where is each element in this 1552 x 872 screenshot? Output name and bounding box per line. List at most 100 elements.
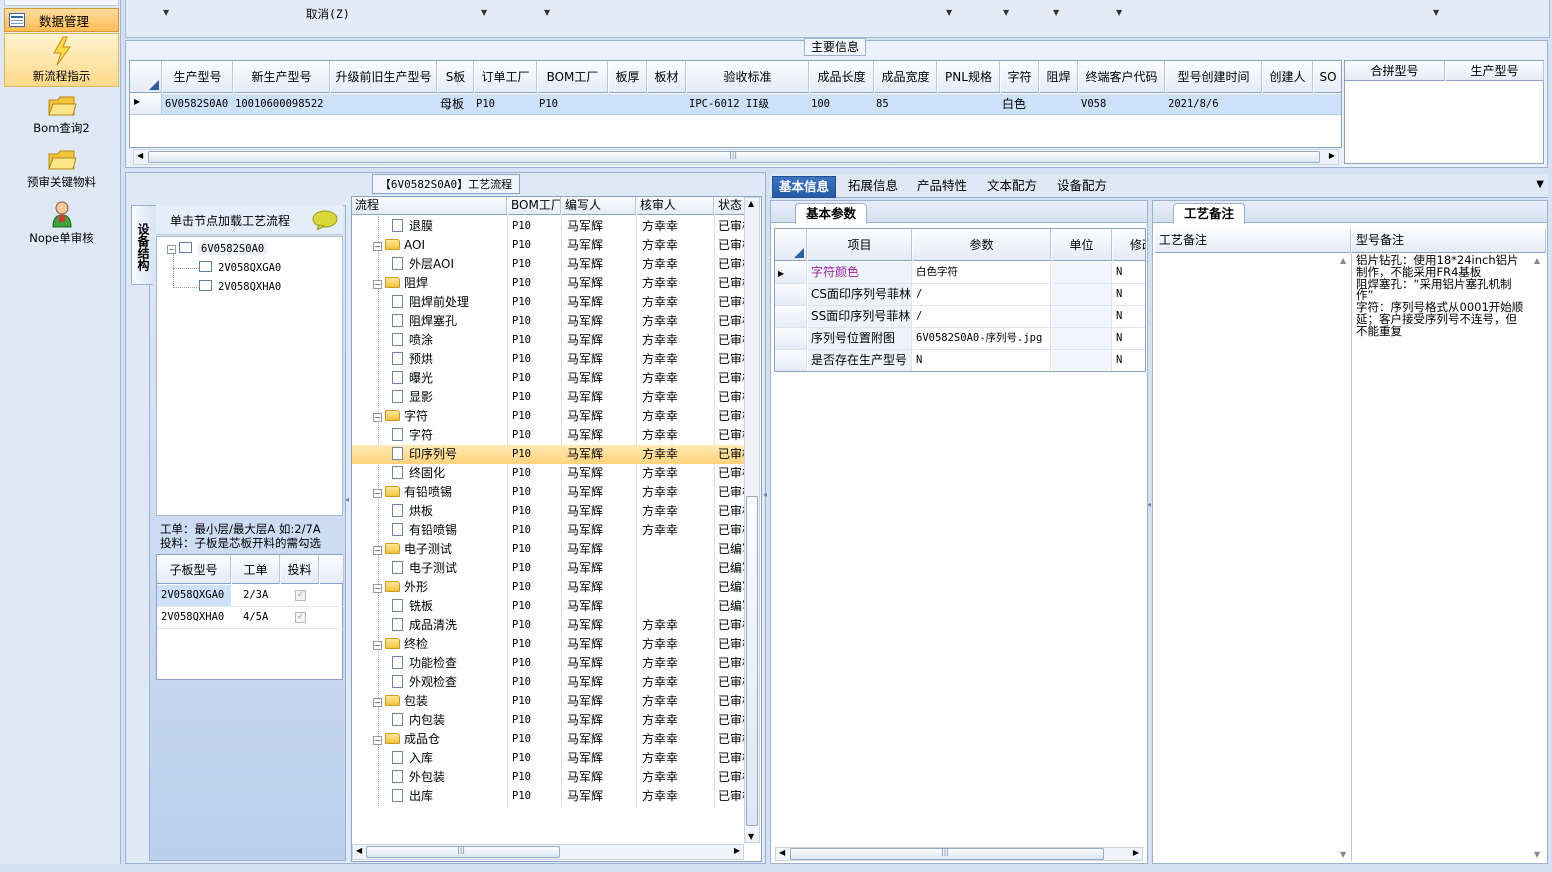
grid-corner[interactable] <box>775 229 807 261</box>
cell-status[interactable]: 已审核 <box>718 692 746 711</box>
cell-bom-factory[interactable]: P10 <box>512 483 531 502</box>
flow-row[interactable]: − 包装 P10 马军辉 方幸幸 已审核 <box>352 692 746 711</box>
cell-reviewer[interactable]: 方幸幸 <box>642 483 678 502</box>
flow-row[interactable]: − 终检 P10 马军辉 方幸幸 已审核 <box>352 635 746 654</box>
cell-writer[interactable]: 马军辉 <box>567 578 603 597</box>
tab-equipment-structure[interactable]: 设备结构 <box>131 205 153 285</box>
col-header[interactable]: 流程 <box>352 197 507 215</box>
cell-bom-factory[interactable]: P10 <box>512 407 531 426</box>
cell-param[interactable]: 6V0582S0A0-序列号.jpg <box>913 328 1051 350</box>
cell-status[interactable]: 已审核 <box>718 711 746 730</box>
cell-bom-factory[interactable]: P10 <box>512 331 531 350</box>
cell-writer[interactable]: 马军辉 <box>567 331 603 350</box>
flow-row[interactable]: 退膜 P10 马军辉 方幸幸 已审核 <box>352 217 746 236</box>
flow-row[interactable]: 内包装 P10 马军辉 方幸幸 已审核 <box>352 711 746 730</box>
cell-reviewer[interactable]: 方幸幸 <box>642 654 678 673</box>
flow-step-cell[interactable]: 出库 <box>392 787 433 806</box>
cell-status[interactable]: 已审核 <box>718 331 746 350</box>
flow-step-cell[interactable]: 内包装 <box>392 711 445 730</box>
cell-writer[interactable]: 马军辉 <box>567 255 603 274</box>
flow-step-cell[interactable]: 字符 <box>392 426 433 445</box>
flow-row[interactable]: 显影 P10 马军辉 方幸幸 已审核 <box>352 388 746 407</box>
cell-status[interactable]: 已审核 <box>718 787 746 806</box>
flow-step-cell[interactable]: 喷涂 <box>392 331 433 350</box>
cell-bom-factory[interactable]: P10 <box>512 597 531 616</box>
flow-row[interactable]: 字符 P10 马军辉 方幸幸 已审核 <box>352 426 746 445</box>
params-hscrollbar[interactable]: ◀ ||| ▶ <box>775 847 1143 861</box>
cell-reviewer[interactable]: 方幸幸 <box>642 521 678 540</box>
splitter-handle[interactable]: ◂ <box>345 495 349 545</box>
cell-bom-factory[interactable]: P10 <box>512 540 531 559</box>
col-header[interactable]: BOM工厂 <box>508 197 561 215</box>
tree-node-root[interactable]: −6V0582S0A0 <box>167 242 268 255</box>
cell-bom-factory[interactable]: P10 <box>512 768 531 787</box>
splitter-handle[interactable]: ◂ <box>763 490 768 550</box>
cell-status[interactable]: 已审核 <box>718 635 746 654</box>
row-header[interactable]: ▶ <box>775 262 807 284</box>
cell-reviewer[interactable]: 方幸幸 <box>642 407 678 426</box>
cell-writer[interactable]: 马军辉 <box>567 787 603 806</box>
flow-row[interactable]: 出库 P10 马军辉 方幸幸 已审核 <box>352 787 746 806</box>
cell-bom-factory[interactable]: P10 <box>512 730 531 749</box>
cell-writer[interactable]: 马军辉 <box>567 559 603 578</box>
cell-status[interactable]: 已审核 <box>718 255 746 274</box>
flow-step-cell[interactable]: 入库 <box>392 749 433 768</box>
cell-writer[interactable]: 马军辉 <box>567 426 603 445</box>
tab-basic-info[interactable]: 基本信息 <box>772 176 837 198</box>
cell-reviewer[interactable]: 方幸幸 <box>642 464 678 483</box>
flow-row[interactable]: 电子测试 P10 马军辉 已编写 <box>352 559 746 578</box>
cell-status[interactable]: 已编写 <box>718 578 746 597</box>
scroll-left-icon[interactable]: ◀ <box>779 848 785 857</box>
cell-bom-factory[interactable]: P10 <box>512 635 531 654</box>
flow-step-cell[interactable]: − 字符 <box>373 407 428 426</box>
col-header[interactable]: BOM工厂 <box>538 61 608 93</box>
cell-writer[interactable]: 马军辉 <box>567 730 603 749</box>
col-header[interactable]: 编写人 <box>562 197 636 215</box>
cell-writer[interactable]: 马军辉 <box>567 236 603 255</box>
cell-reviewer[interactable]: 方幸幸 <box>642 217 678 236</box>
cell-writer[interactable]: 马军辉 <box>567 502 603 521</box>
col-header[interactable]: PNL规格 <box>938 61 1000 93</box>
col-header[interactable]: 新生产型号 <box>234 61 330 93</box>
cell-item[interactable]: CS面印序列号菲林 <box>808 284 912 306</box>
cell-writer[interactable]: 马军辉 <box>567 597 603 616</box>
cell-modified[interactable]: N <box>1113 262 1145 284</box>
row-header[interactable] <box>775 284 807 306</box>
cell-bom-factory[interactable]: P10 <box>512 350 531 369</box>
flow-row[interactable]: 功能检查 P10 马军辉 方幸幸 已审核 <box>352 654 746 673</box>
checkbox[interactable] <box>199 261 212 272</box>
flow-step-cell[interactable]: − 阻焊 <box>373 274 428 293</box>
col-header[interactable]: 成品宽度 <box>875 61 937 93</box>
flow-row[interactable]: 外包装 P10 马军辉 方幸幸 已审核 <box>352 768 746 787</box>
nav-item-bom-query[interactable]: Bom查询2 <box>4 92 119 146</box>
col-header[interactable]: 子板型号 <box>157 555 231 584</box>
cell-status[interactable]: 已审核 <box>718 521 746 540</box>
scroll-right-icon[interactable]: ▶ <box>734 846 740 855</box>
collapse-icon[interactable]: − <box>167 245 176 254</box>
col-header[interactable]: 创建人 <box>1263 61 1313 93</box>
cell-item[interactable]: 序列号位置附图 <box>808 328 912 350</box>
cell-status[interactable]: 已审核 <box>718 426 746 445</box>
cell-bom-factory[interactable]: P10 <box>512 521 531 540</box>
flow-step-cell[interactable]: 阻焊前处理 <box>392 293 469 312</box>
cell-bom-factory[interactable]: P10 <box>512 217 531 236</box>
scroll-up-icon[interactable]: ▲ <box>1534 256 1540 265</box>
cell-standard[interactable]: IPC-6012 II级 <box>689 94 769 115</box>
flow-row[interactable]: 烘板 P10 马军辉 方幸幸 已审核 <box>352 502 746 521</box>
flow-row[interactable]: 预烘 P10 马军辉 方幸幸 已审核 <box>352 350 746 369</box>
cell-writer[interactable]: 马军辉 <box>567 483 603 502</box>
cell-bom-factory[interactable]: P10 <box>512 388 531 407</box>
collapse-icon[interactable]: − <box>373 641 382 650</box>
flow-step-cell[interactable]: − 终检 <box>373 635 428 654</box>
flow-step-cell[interactable]: 铣板 <box>392 597 433 616</box>
col-header[interactable]: 工艺备注 <box>1155 229 1351 253</box>
flow-step-cell[interactable]: − AOI <box>373 236 425 255</box>
chevron-down-icon[interactable]: ▼ <box>946 8 952 17</box>
scroll-left-icon[interactable]: ◀ <box>356 846 362 855</box>
tree-node-child[interactable]: 2V058QXHA0 <box>199 280 281 293</box>
table-row[interactable]: ▶ 6V0582S0A0 10010600098522 母板 P10 P10 I… <box>130 94 1341 115</box>
model-note-text[interactable]: 铝片钻孔：使用18*24inch铝片 制作，不能采用FR4基板 阻焊塞孔：“采用… <box>1356 254 1526 338</box>
checkbox[interactable] <box>199 280 212 291</box>
cell-writer[interactable]: 马军辉 <box>567 464 603 483</box>
process-note-textarea[interactable] <box>1155 255 1339 859</box>
